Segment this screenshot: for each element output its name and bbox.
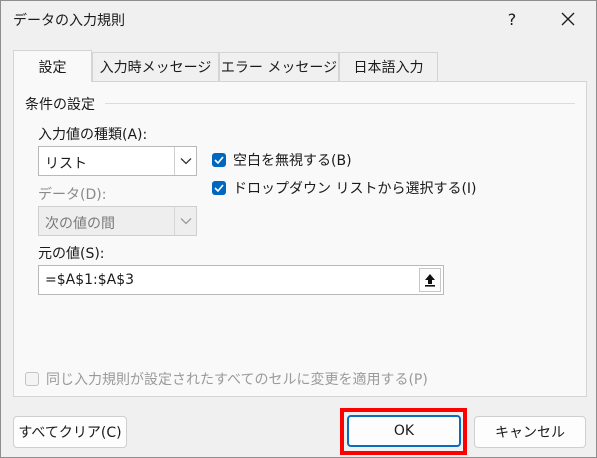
collapse-dialog-icon (425, 274, 435, 287)
ignore-blank-checkbox[interactable]: 空白を無視する(B) (212, 150, 352, 170)
tab-label: エラー メッセージ (220, 60, 338, 76)
tab-input-message[interactable]: 入力時メッセージ (92, 52, 219, 81)
tab-ime-mode[interactable]: 日本語入力 (339, 52, 438, 81)
close-button[interactable] (553, 4, 583, 34)
close-icon (561, 12, 575, 26)
source-value: =$A$1:$A$3 (45, 272, 135, 288)
data-label: データ(D): (38, 187, 107, 203)
source-label: 元の値(S): (38, 246, 105, 262)
tab-error-alert[interactable]: エラー メッセージ (219, 52, 339, 81)
chevron-down-icon (174, 147, 196, 175)
title-bar: データの入力規則 ? (1, 1, 596, 39)
section-label: 条件の設定 (25, 97, 95, 113)
section-divider (105, 103, 575, 104)
in-cell-dropdown-label: ドロップダウン リストから選択する(I) (233, 181, 477, 197)
ignore-blank-label: 空白を無視する(B) (233, 153, 352, 169)
data-value: 次の値の間 (45, 216, 115, 232)
in-cell-dropdown-checkbox[interactable]: ドロップダウン リストから選択する(I) (212, 178, 477, 198)
checkbox-empty-icon (25, 372, 39, 386)
apply-to-all-label: 同じ入力規則が設定されたすべてのセルに変更を適用する(P) (46, 372, 428, 388)
data-select: 次の値の間 (38, 206, 197, 236)
tab-label: 設定 (38, 59, 67, 76)
tab-settings[interactable]: 設定 (13, 50, 92, 82)
source-input[interactable]: =$A$1:$A$3 (38, 265, 444, 295)
dialog-title: データの入力規則 (13, 13, 125, 29)
tab-label: 入力時メッセージ (99, 60, 212, 76)
chevron-down-icon (174, 207, 196, 235)
clear-all-button[interactable]: すべてクリア(C) (13, 416, 127, 448)
data-validation-dialog: データの入力規則 ? 設定 入力時メッセージ エラー メッセージ 日本語入力 条… (0, 0, 597, 458)
tab-label: 日本語入力 (353, 60, 424, 76)
allow-select[interactable]: リスト (38, 146, 197, 176)
ok-label: OK (393, 423, 415, 439)
checkmark-icon (212, 153, 226, 167)
apply-to-all-checkbox: 同じ入力規則が設定されたすべてのセルに変更を適用する(P) (25, 369, 428, 389)
ok-button[interactable]: OK (347, 415, 461, 447)
allow-value: リスト (45, 156, 87, 172)
allow-label: 入力値の種類(A): (38, 127, 148, 143)
cancel-button[interactable]: キャンセル (474, 416, 586, 448)
clear-all-label: すべてクリア(C) (18, 425, 122, 441)
collapse-dialog-button[interactable] (419, 268, 441, 292)
checkmark-icon (212, 181, 226, 195)
help-button[interactable]: ? (497, 4, 527, 34)
cancel-label: キャンセル (495, 425, 565, 441)
